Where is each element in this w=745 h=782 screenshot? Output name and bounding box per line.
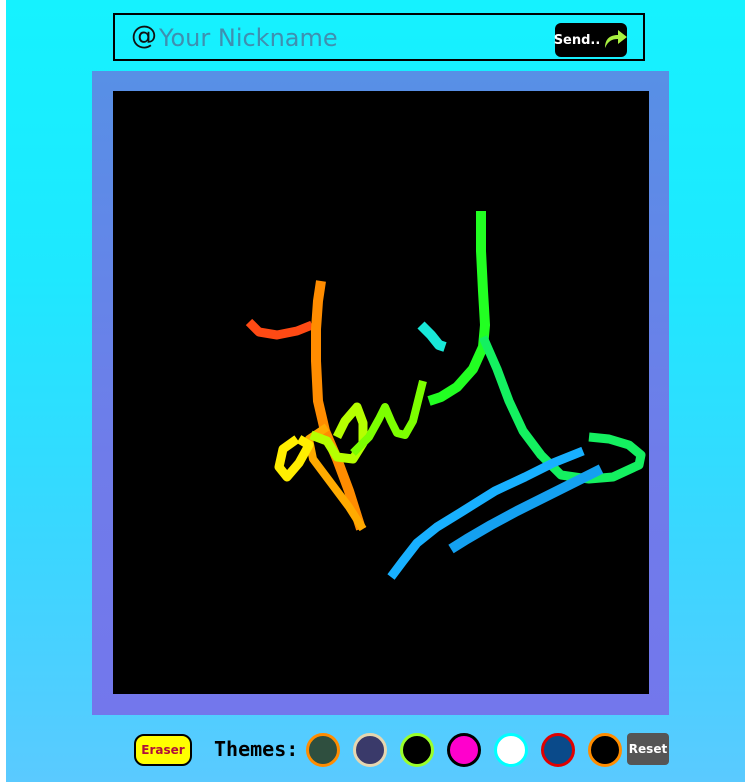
toolbar: Eraser Themes: Reset	[6, 728, 745, 772]
share-arrow-icon	[602, 26, 628, 54]
theme-swatch-slate[interactable]	[353, 733, 387, 767]
drawing-strokes	[245, 211, 646, 580]
stroke-light-orange	[305, 423, 367, 532]
stroke-yellow	[274, 435, 314, 482]
at-symbol: @	[131, 21, 157, 51]
nickname-bar: @ Send..	[113, 13, 645, 61]
theme-swatch-navy-red[interactable]	[541, 733, 575, 767]
eraser-button[interactable]: Eraser	[134, 734, 192, 766]
stroke-cyan-dot	[417, 321, 447, 352]
theme-swatch-black-lime[interactable]	[400, 733, 434, 767]
theme-swatch-black-orange[interactable]	[588, 733, 622, 767]
send-button[interactable]: Send..	[553, 23, 628, 57]
theme-swatch-white[interactable]	[494, 733, 528, 767]
send-label: Send..	[553, 32, 601, 48]
themes-label: Themes:	[214, 737, 299, 761]
stroke-green	[427, 211, 490, 406]
theme-swatch-magenta[interactable]	[447, 733, 481, 767]
stroke-red-orange	[245, 318, 314, 340]
theme-swatch-dark-green[interactable]	[306, 733, 340, 767]
drawing-board	[92, 71, 669, 715]
reset-button[interactable]: Reset	[627, 733, 669, 765]
app-page: @ Send..	[6, 0, 745, 782]
nickname-input[interactable]	[159, 21, 539, 55]
drawing-canvas[interactable]	[113, 91, 649, 694]
